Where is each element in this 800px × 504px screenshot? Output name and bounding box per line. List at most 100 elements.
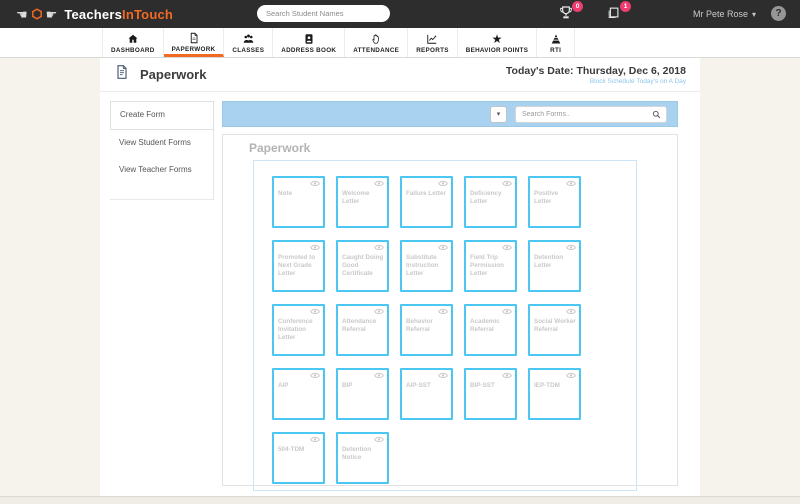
student-search-input[interactable] bbox=[257, 5, 390, 22]
eye-preview-icon[interactable] bbox=[566, 180, 576, 187]
eye-preview-icon[interactable] bbox=[374, 180, 384, 187]
form-card-label: Deficiency Letter bbox=[470, 190, 502, 206]
form-card-label: Academic Referral bbox=[470, 318, 500, 334]
chevron-down-icon: ▾ bbox=[751, 9, 756, 19]
tab-paperwork[interactable]: PAPERWORK bbox=[163, 28, 225, 57]
eye-preview-icon[interactable] bbox=[374, 436, 384, 443]
form-card-label: AIP-SST bbox=[406, 382, 431, 389]
form-card[interactable]: AIP bbox=[272, 368, 325, 420]
eye-preview-icon[interactable] bbox=[310, 308, 320, 315]
user-menu[interactable]: Mr Pete Rose ▾ bbox=[693, 0, 756, 28]
form-card[interactable]: Note bbox=[272, 176, 325, 228]
tab-attendance[interactable]: ATTENDANCE bbox=[345, 28, 409, 57]
form-card-label: Social Worker Referral bbox=[534, 318, 576, 334]
forms-grid-box: Note Welcome Letter Failure Letter Defic… bbox=[253, 160, 637, 491]
eye-preview-icon[interactable] bbox=[310, 180, 320, 187]
app-screen: ☚ ☛ TeachersInTouch 0 1 Mr Pet bbox=[0, 0, 800, 504]
eye-preview-icon[interactable] bbox=[566, 244, 576, 251]
eye-preview-icon[interactable] bbox=[438, 180, 448, 187]
todays-date: Today's Date: Thursday, Dec 6, 2018 bbox=[505, 64, 686, 77]
sidebar-item-create-form[interactable]: Create Form bbox=[110, 101, 214, 130]
form-card-label: Promoted to Next Grade Letter bbox=[278, 254, 316, 278]
eye-preview-icon[interactable] bbox=[438, 372, 448, 379]
eye-preview-icon[interactable] bbox=[566, 372, 576, 379]
eye-preview-icon[interactable] bbox=[374, 244, 384, 251]
block-schedule-link[interactable]: Block Schedule Today's on A Day bbox=[506, 78, 686, 85]
form-card-label: IEP-TDM bbox=[534, 382, 560, 389]
form-card-label: Failure Letter bbox=[406, 190, 446, 197]
search-icon[interactable] bbox=[652, 110, 661, 119]
trophy-badge: 0 bbox=[572, 1, 583, 12]
form-card-label: Caught Doing Good Certificate bbox=[342, 254, 384, 278]
form-card-label: BIP-SST bbox=[470, 382, 495, 389]
tab-reports[interactable]: REPORTS bbox=[408, 28, 458, 57]
app-logo[interactable]: ☚ ☛ TeachersInTouch bbox=[16, 7, 173, 22]
eye-preview-icon[interactable] bbox=[310, 436, 320, 443]
eye-preview-icon[interactable] bbox=[566, 308, 576, 315]
form-card-label: Note bbox=[278, 190, 292, 197]
form-card[interactable]: Behavior Referral bbox=[400, 304, 453, 356]
form-card[interactable]: Detention Notice bbox=[336, 432, 389, 484]
form-card[interactable]: BIP-SST bbox=[464, 368, 517, 420]
forms-notification-button[interactable]: 1 bbox=[606, 1, 631, 23]
sidebar-item-view-student-forms[interactable]: View Student Forms bbox=[110, 130, 213, 157]
form-card[interactable]: BIP bbox=[336, 368, 389, 420]
form-card[interactable]: Detention Letter bbox=[528, 240, 581, 292]
eye-preview-icon[interactable] bbox=[310, 244, 320, 251]
form-card-label: Behavior Referral bbox=[406, 318, 433, 334]
form-card[interactable]: Conference Invitation Letter bbox=[272, 304, 325, 356]
form-card[interactable]: AIP-SST bbox=[400, 368, 453, 420]
top-bar: ☚ ☛ TeachersInTouch 0 1 Mr Pet bbox=[0, 0, 800, 28]
forms-area: ▾ Paperwork Note We bbox=[222, 101, 678, 491]
form-card[interactable]: Promoted to Next Grade Letter bbox=[272, 240, 325, 292]
form-card[interactable]: Deficiency Letter bbox=[464, 176, 517, 228]
forms-search-input[interactable] bbox=[516, 111, 652, 118]
forms-search-box bbox=[515, 106, 667, 123]
form-card[interactable]: Field Trip Permission Letter bbox=[464, 240, 517, 292]
tab-behavior-points[interactable]: ★ BEHAVIOR POINTS bbox=[458, 28, 538, 57]
form-card-label: Attendance Referral bbox=[342, 318, 377, 334]
form-card[interactable]: Failure Letter bbox=[400, 176, 453, 228]
forms-toolbar: ▾ bbox=[222, 101, 678, 127]
form-card[interactable]: IEP-TDM bbox=[528, 368, 581, 420]
filter-dropdown-button[interactable]: ▾ bbox=[490, 106, 507, 123]
eye-preview-icon[interactable] bbox=[374, 372, 384, 379]
form-card[interactable]: Substitute Instruction Letter bbox=[400, 240, 453, 292]
form-card-label: Detention Notice bbox=[342, 446, 372, 462]
eye-preview-icon[interactable] bbox=[438, 308, 448, 315]
form-card-label: Detention Letter bbox=[534, 254, 564, 270]
footer-divider bbox=[0, 496, 800, 504]
tab-classes[interactable]: CLASSES bbox=[224, 28, 274, 57]
form-card-label: Conference Invitation Letter bbox=[278, 318, 313, 342]
eye-preview-icon[interactable] bbox=[502, 180, 512, 187]
eye-preview-icon[interactable] bbox=[310, 372, 320, 379]
help-button[interactable]: ? bbox=[771, 6, 786, 21]
eye-preview-icon[interactable] bbox=[502, 308, 512, 315]
form-card[interactable]: 504-TDM bbox=[272, 432, 325, 484]
brand-name: TeachersInTouch bbox=[64, 6, 174, 22]
eye-preview-icon[interactable] bbox=[502, 244, 512, 251]
trophy-button[interactable]: 0 bbox=[558, 1, 583, 23]
nav-bar: DASHBOARD PAPERWORK CLASSES ADDRESS BOOK… bbox=[0, 28, 800, 58]
eye-preview-icon[interactable] bbox=[374, 308, 384, 315]
form-card-label: Field Trip Permission Letter bbox=[470, 254, 504, 278]
eye-preview-icon[interactable] bbox=[502, 372, 512, 379]
form-card[interactable]: Welcome Letter bbox=[336, 176, 389, 228]
hand-left-icon: ☚ bbox=[16, 6, 28, 22]
page-title: Paperwork bbox=[140, 67, 207, 82]
tab-address-book[interactable]: ADDRESS BOOK bbox=[273, 28, 346, 57]
home-icon bbox=[127, 33, 139, 45]
paper-icon bbox=[608, 7, 619, 18]
tab-rti[interactable]: RTI bbox=[537, 28, 576, 57]
form-card[interactable]: Positive Letter bbox=[528, 176, 581, 228]
form-card[interactable]: Academic Referral bbox=[464, 304, 517, 356]
gear-icon bbox=[31, 8, 43, 20]
form-card[interactable]: Attendance Referral bbox=[336, 304, 389, 356]
eye-preview-icon[interactable] bbox=[438, 244, 448, 251]
form-card[interactable]: Social Worker Referral bbox=[528, 304, 581, 356]
sidebar-item-view-teacher-forms[interactable]: View Teacher Forms bbox=[110, 157, 213, 184]
page-header: Paperwork Today's Date: Thursday, Dec 6,… bbox=[100, 58, 700, 92]
form-card[interactable]: Caught Doing Good Certificate bbox=[336, 240, 389, 292]
people-icon bbox=[242, 33, 255, 45]
tab-dashboard[interactable]: DASHBOARD bbox=[102, 28, 164, 57]
